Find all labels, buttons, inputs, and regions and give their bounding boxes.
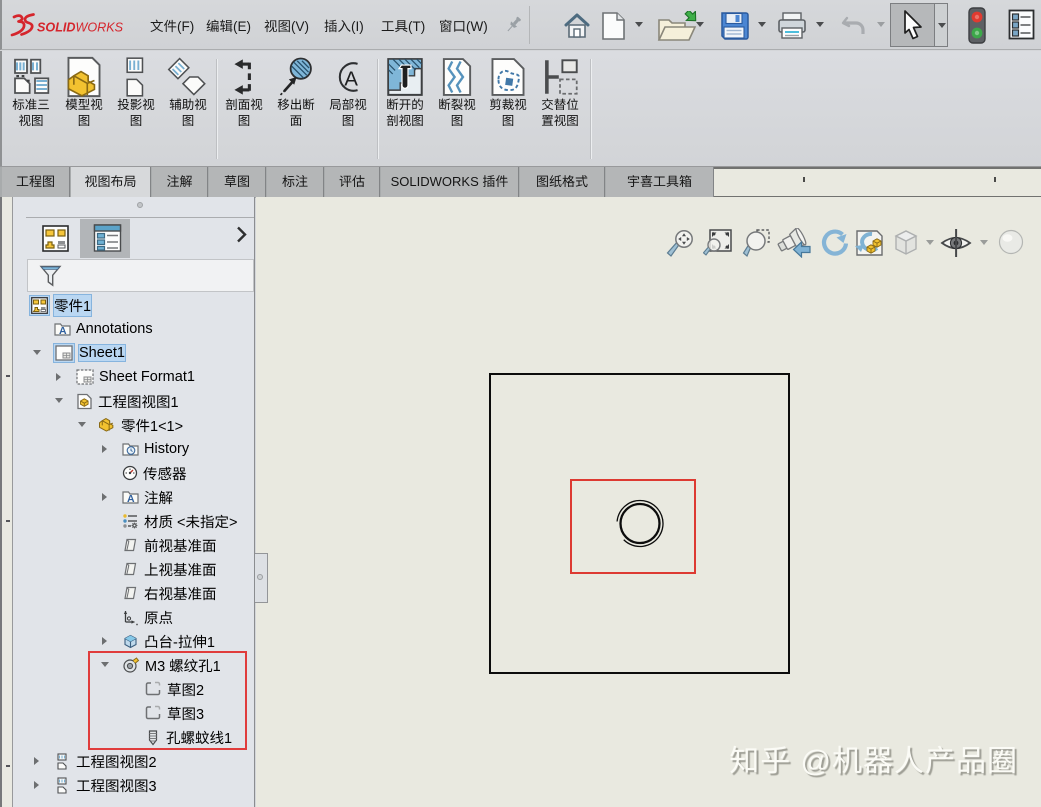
svg-text:SOLID: SOLID — [37, 21, 75, 35]
svg-text:A: A — [59, 325, 67, 337]
svg-text:WORKS: WORKS — [76, 21, 124, 35]
svg-text:A: A — [127, 493, 135, 505]
svg-text:A: A — [344, 68, 358, 90]
